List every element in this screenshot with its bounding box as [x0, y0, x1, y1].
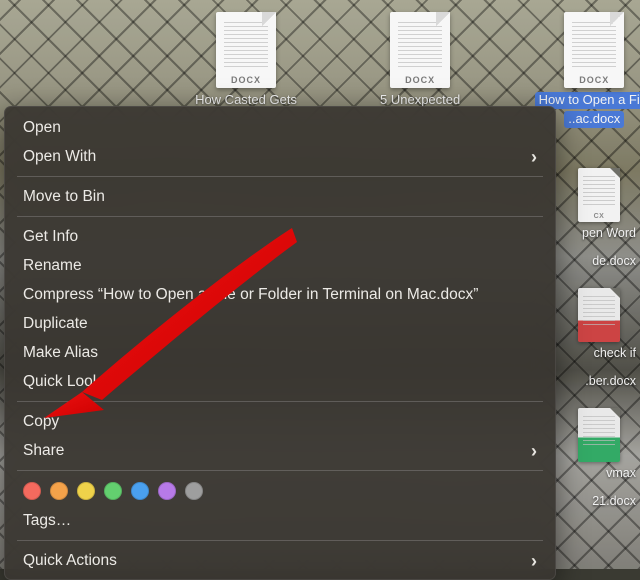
docx-icon[interactable]: CX	[578, 168, 620, 222]
desktop-file-selected[interactable]: DOCX How to Open a File ..ac.docx	[548, 12, 640, 128]
file-label: vmax	[606, 466, 640, 480]
menu-make-alias[interactable]: Make Alias	[5, 338, 555, 367]
menu-tag-colors	[5, 476, 555, 506]
menu-label: Open With	[23, 148, 96, 166]
file-label: 21.docx	[592, 494, 640, 508]
menu-label: Get Info	[23, 228, 78, 246]
menu-open[interactable]: Open	[5, 113, 555, 142]
menu-open-with[interactable]: Open With ›	[5, 142, 555, 171]
desktop-edge-icons: CX pen Word de.docx check if .ber.docx v…	[558, 168, 640, 508]
menu-label: Move to Bin	[23, 188, 105, 206]
file-ext-label: DOCX	[390, 75, 450, 85]
file-ext-label: DOCX	[564, 75, 624, 85]
menu-quick-actions[interactable]: Quick Actions ›	[5, 546, 555, 575]
file-label: ..ac.docx	[564, 111, 624, 128]
menu-separator	[17, 470, 543, 471]
menu-tags[interactable]: Tags…	[5, 506, 555, 535]
menu-label: Rename	[23, 257, 82, 275]
tag-color-red[interactable]	[23, 482, 41, 500]
tag-color-blue[interactable]	[131, 482, 149, 500]
menu-label: Quick Actions	[23, 552, 117, 570]
docx-icon: DOCX	[390, 12, 450, 88]
file-label: de.docx	[592, 254, 640, 268]
tag-color-orange[interactable]	[50, 482, 68, 500]
docx-icon: DOCX	[564, 12, 624, 88]
doc-icon[interactable]	[578, 288, 620, 342]
menu-label: Tags…	[23, 512, 71, 530]
menu-label: Quick Look	[23, 373, 101, 391]
menu-get-info[interactable]: Get Info	[5, 222, 555, 251]
menu-label: Open	[23, 119, 61, 137]
file-label: .ber.docx	[585, 374, 640, 388]
menu-share[interactable]: Share ›	[5, 436, 555, 465]
menu-label: Make Alias	[23, 344, 98, 362]
tag-color-yellow[interactable]	[77, 482, 95, 500]
file-label: check if	[594, 346, 640, 360]
file-ext-label: DOCX	[216, 75, 276, 85]
menu-separator	[17, 540, 543, 541]
menu-duplicate[interactable]: Duplicate	[5, 309, 555, 338]
menu-label: Duplicate	[23, 315, 88, 333]
menu-separator	[17, 176, 543, 177]
context-menu: Open Open With › Move to Bin Get Info Re…	[4, 106, 556, 580]
tag-color-gray[interactable]	[185, 482, 203, 500]
menu-copy[interactable]: Copy	[5, 407, 555, 436]
menu-label: Copy	[23, 413, 59, 431]
menu-move-to-bin[interactable]: Move to Bin	[5, 182, 555, 211]
menu-separator	[17, 401, 543, 402]
menu-rename[interactable]: Rename	[5, 251, 555, 280]
file-label: pen Word	[582, 226, 640, 240]
tag-color-green[interactable]	[104, 482, 122, 500]
tag-color-purple[interactable]	[158, 482, 176, 500]
docx-icon: DOCX	[216, 12, 276, 88]
doc-icon[interactable]	[578, 408, 620, 462]
menu-label: Share	[23, 442, 64, 460]
menu-quick-look[interactable]: Quick Look	[5, 367, 555, 396]
menu-separator	[17, 216, 543, 217]
menu-label: Compress “How to Open a File or Folder i…	[23, 286, 478, 304]
menu-compress[interactable]: Compress “How to Open a File or Folder i…	[5, 280, 555, 309]
